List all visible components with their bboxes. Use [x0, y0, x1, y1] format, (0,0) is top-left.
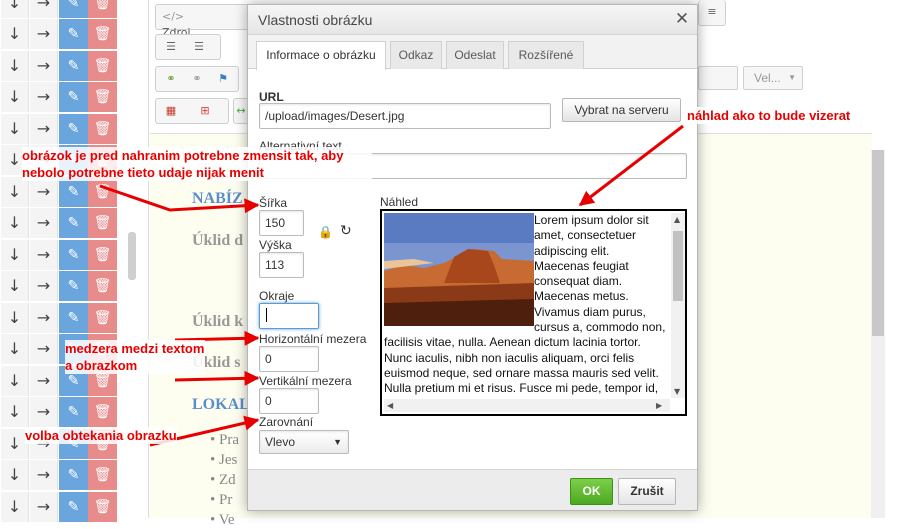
annotation-preview-note: náhlad ako to bude vizerat [687, 107, 851, 124]
annotation-spacing-note: medzera medzi textom a obrazkom [65, 340, 205, 374]
arrow-to-preview [578, 124, 684, 207]
arrow-to-vspace [174, 370, 260, 386]
arrow-to-width [99, 184, 260, 214]
annotation-size-note: obrázok je pred nahranim potrebne zmensi… [22, 147, 372, 181]
annotation-wrap-note: volba obtekania obrazku [25, 427, 177, 444]
